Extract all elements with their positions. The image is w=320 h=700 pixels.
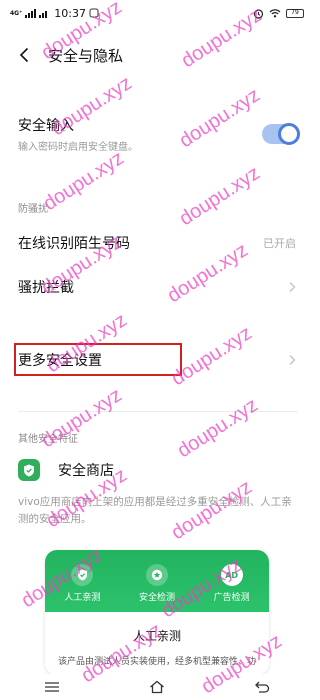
security-store-row[interactable]: 安全商店 [0,455,314,485]
secure-input-row[interactable]: 安全输入 输入密码时启用安全键盘。 [0,112,314,156]
star-badge-icon [145,564,168,586]
signal-icon-2 [39,9,48,18]
stranger-id-status: 已开启 [263,237,296,250]
section-label-anti-harass: 防骚扰 [18,204,48,215]
feature-security-test: 安全检测 [139,564,175,603]
stranger-id-title: 在线识别陌生号码 [18,236,130,252]
watermark-text: doupu.xyz [175,162,264,231]
feature-label: 人工亲测 [64,593,101,603]
feature-label: 广告检测 [213,593,250,603]
notification-icon [89,8,99,18]
watermark-text: doupu.xyz [173,394,262,463]
promo-card-title: 人工亲测 [132,629,181,643]
security-store-icon [18,459,40,481]
promo-card[interactable]: 人工亲测 安全检测 AD 广告检测 人工亲测 该产品由测试人员实装使用，经多机型… [45,550,269,675]
battery-icon: 79 [286,8,304,18]
divider [18,411,298,412]
menu-icon[interactable] [44,681,60,693]
highlight-box [14,343,182,376]
network-type: 4G⁺ [10,9,23,17]
page-title: 安全与隐私 [48,46,124,65]
promo-card-description: 该产品由测试人员实装使用，经多机型兼容性、功 [57,657,256,667]
app-header: 安全与隐私 [0,36,314,74]
ad-icon: AD [220,564,243,586]
security-store-description: vivo应用商店内上架的应用都是经过多重安全检测、人工亲测的安全应用。 [18,496,292,525]
secure-input-title: 安全输入 [18,118,74,134]
security-store-title: 安全商店 [58,463,114,479]
alarm-icon [253,8,264,19]
secure-input-subtitle: 输入密码时启用安全键盘。 [18,142,138,153]
home-icon[interactable] [149,680,165,694]
battery-level: 79 [291,9,299,16]
navigation-bar [0,674,314,700]
chevron-right-icon [289,355,296,365]
feature-label: 安全检测 [138,593,175,603]
signal-icon [25,8,37,18]
status-time: 10:37 [54,6,86,20]
shield-check-icon [71,564,94,586]
promo-card-banner: 人工亲测 安全检测 AD 广告检测 [45,550,269,612]
secure-input-toggle[interactable] [262,123,300,145]
stranger-id-row[interactable]: 在线识别陌生号码 已开启 [0,228,314,258]
feature-ad-test: AD 广告检测 [214,564,250,603]
back-button[interactable] [0,36,48,74]
back-arrow-icon [19,47,29,63]
back-nav-icon[interactable] [254,680,270,694]
status-bar: 4G⁺ 10:37 79 [0,0,314,26]
harass-block-row[interactable]: 骚扰拦截 [0,272,314,302]
chevron-right-icon [289,282,296,292]
wifi-icon [269,9,281,18]
section-label-other-features: 其他安全特征 [18,434,78,445]
harass-block-title: 骚扰拦截 [18,280,74,296]
feature-manual-test: 人工亲测 [64,564,100,603]
watermark-text: doupu.xyz [39,147,128,216]
toggle-knob [278,123,300,145]
